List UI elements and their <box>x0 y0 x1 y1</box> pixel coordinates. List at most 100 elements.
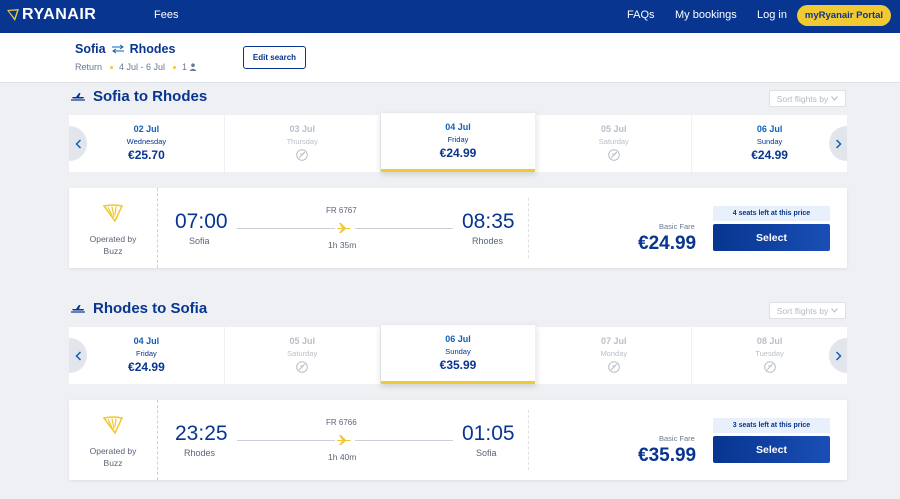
operated-by-label: Operated by <box>89 446 137 456</box>
no-flights-icon <box>296 149 308 161</box>
chevron-left-icon <box>74 138 81 149</box>
outbound-date-06-jul[interactable]: 06 Jul Sunday €24.99 <box>692 115 847 172</box>
arrive-city: Sofia <box>476 448 497 458</box>
weekday-label: Sunday <box>445 347 471 356</box>
nav-faqs-link[interactable]: FAQs <box>627 9 655 21</box>
weekday-label: Wednesday <box>126 137 167 146</box>
depart-city: Rhodes <box>184 448 216 458</box>
date-price: €24.99 <box>128 360 165 374</box>
no-flights-icon <box>607 361 620 373</box>
date-label: 03 Jul <box>289 124 315 134</box>
depart-time: 23:25 <box>175 422 228 445</box>
date-price: €24.99 <box>439 146 477 160</box>
weekday-label: Friday <box>135 349 157 358</box>
flight-price: €35.99 <box>638 445 697 466</box>
inbound-sort-dropdown[interactable]: Sort flights by <box>769 302 846 319</box>
date-price: €35.99 <box>439 358 477 372</box>
plane-takeoff-icon <box>71 92 85 101</box>
arrive-time: 08:35 <box>462 210 515 233</box>
ryanair-logo[interactable]: RYANAIR <box>6 6 96 24</box>
date-label: 06 Jul <box>445 334 471 344</box>
no-flights-icon <box>763 361 776 373</box>
date-label: 04 Jul <box>445 122 471 132</box>
inbound-date-06-jul[interactable]: 06 Jul Sunday €35.99 <box>380 325 537 384</box>
date-label: 02 Jul <box>133 124 160 134</box>
nav-login-link[interactable]: Log in <box>757 9 787 21</box>
search-summary: Sofia Rhodes Return 4 Jul - 6 Jul 1 Edit… <box>0 33 900 83</box>
flight-duration: 1h 40m <box>328 452 357 462</box>
route-line <box>355 440 453 441</box>
brand-name: RYANAIR <box>22 6 97 23</box>
chevron-right-icon <box>835 138 842 149</box>
outbound-date-carousel: 02 Jul Wednesday €25.70 03 Jul Thursday … <box>69 113 847 172</box>
date-label: 04 Jul <box>133 336 160 346</box>
passenger-count: 1 <box>182 62 188 72</box>
destination-city: Rhodes <box>129 42 176 56</box>
card-divider <box>528 198 529 258</box>
date-label: 06 Jul <box>756 124 783 134</box>
inbound-date-08-jul: 08 Jul Tuesday <box>692 327 847 384</box>
inbound-date-05-jul: 05 Jul Saturday <box>225 327 381 384</box>
weekday-label: Saturday <box>598 137 629 146</box>
myryanair-portal-button[interactable]: myRyanair Portal <box>797 5 891 26</box>
date-label: 05 Jul <box>289 336 315 346</box>
chevron-down-icon <box>831 96 839 101</box>
weekday-label: Friday <box>447 135 469 144</box>
operator-block: Operated by Buzz <box>69 400 158 480</box>
nav-my-bookings-link[interactable]: My bookings <box>675 9 737 21</box>
sort-label: Sort flights by <box>776 93 829 104</box>
outbound-title-text: Sofia to Rhodes <box>93 88 208 105</box>
seats-left-badge: 3 seats left at this price <box>713 418 830 433</box>
plane-icon <box>337 223 351 233</box>
weekday-label: Monday <box>600 349 628 358</box>
inbound-title-text: Rhodes to Sofia <box>93 300 208 317</box>
nav-fees-link[interactable]: Fees <box>154 9 178 21</box>
flight-number: FR 6766 <box>326 418 357 427</box>
harp-logo-icon <box>102 204 124 223</box>
top-nav: RYANAIR Fees FAQs My bookings Log in myR… <box>0 0 900 33</box>
outbound-date-04-jul[interactable]: 04 Jul Friday €24.99 <box>380 113 537 172</box>
operator-block: Operated by Buzz <box>69 188 158 268</box>
outbound-flight-card: Operated by Buzz 07:00 Sofia FR 6767 1h 3… <box>69 188 847 268</box>
flight-number: FR 6767 <box>326 206 357 215</box>
card-divider <box>528 410 529 470</box>
route-line <box>355 228 453 229</box>
operator-name: Buzz <box>103 246 123 256</box>
edit-search-button[interactable]: Edit search <box>243 46 306 69</box>
flight-duration: 1h 35m <box>328 240 357 250</box>
no-flights-icon <box>296 361 308 373</box>
separator-dot <box>110 65 114 69</box>
select-flight-button[interactable]: Select <box>713 436 830 463</box>
operated-by-label: Operated by <box>89 234 137 244</box>
arrive-time: 01:05 <box>462 422 515 445</box>
outbound-date-05-jul: 05 Jul Saturday <box>536 115 693 172</box>
plane-icon <box>337 435 351 445</box>
separator-dot <box>173 65 177 69</box>
weekday-label: Tuesday <box>755 349 784 358</box>
arrive-city: Rhodes <box>472 236 504 246</box>
trip-meta: Return 4 Jul - 6 Jul 1 <box>75 62 197 72</box>
flight-price: €24.99 <box>638 233 697 254</box>
inbound-flight-card: Operated by Buzz 23:25 Rhodes FR 6766 1h … <box>69 400 847 480</box>
fare-type-label: Basic Fare <box>659 434 695 443</box>
outbound-sort-dropdown[interactable]: Sort flights by <box>769 90 846 107</box>
select-flight-button[interactable]: Select <box>713 224 830 251</box>
fare-type-label: Basic Fare <box>659 222 695 231</box>
depart-time: 07:00 <box>175 210 228 233</box>
return-arrows-icon <box>111 44 124 54</box>
operator-name: Buzz <box>103 458 123 468</box>
harp-logo-icon <box>7 9 19 21</box>
route-title: Sofia Rhodes <box>75 42 175 56</box>
date-label: 05 Jul <box>601 124 627 134</box>
person-icon <box>189 63 197 71</box>
outbound-date-03-jul: 03 Jul Thursday <box>225 115 381 172</box>
date-price: €24.99 <box>751 148 788 162</box>
outbound-date-02-jul[interactable]: 02 Jul Wednesday €25.70 <box>69 115 225 172</box>
chevron-right-icon <box>835 350 842 361</box>
inbound-title: Rhodes to Sofia <box>70 300 207 317</box>
chevron-left-icon <box>74 350 81 361</box>
seats-left-badge: 4 seats left at this price <box>713 206 830 221</box>
date-label: 08 Jul <box>756 336 783 346</box>
inbound-date-04-jul[interactable]: 04 Jul Friday €24.99 <box>69 327 225 384</box>
depart-city: Sofia <box>189 236 210 246</box>
